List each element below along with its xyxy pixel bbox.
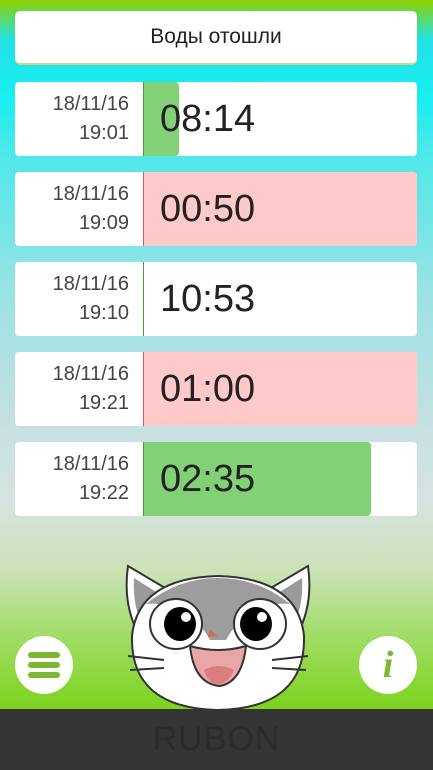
contraction-row[interactable]: 18/11/16 19:22 02:35 [15,442,417,516]
contraction-row[interactable]: 18/11/16 19:10 10:53 [15,262,417,336]
row-date: 18/11/16 [52,363,129,385]
row-datetime: 18/11/16 19:09 [15,172,129,246]
row-duration: 00:50 [160,187,256,230]
bottom-banner-text: RUBON [152,720,281,758]
row-datetime: 18/11/16 19:21 [15,352,129,426]
row-duration-area: 10:53 [143,262,417,336]
row-duration: 02:35 [160,457,256,500]
row-duration-area: 02:35 [143,442,417,516]
contraction-row[interactable]: 18/11/16 19:09 00:50 [15,172,417,246]
row-duration: 08:14 [160,97,256,140]
info-icon: i [382,644,394,686]
row-datetime: 18/11/16 19:01 [15,82,129,156]
row-time: 19:01 [78,122,129,144]
row-date: 18/11/16 [52,183,129,205]
menu-button[interactable] [15,636,73,694]
hamburger-menu-icon [28,652,60,678]
row-date: 18/11/16 [52,453,129,475]
row-duration-area: 00:50 [143,172,417,246]
row-time: 19:09 [78,212,129,234]
contraction-row[interactable]: 18/11/16 19:01 08:14 [15,82,417,156]
info-button[interactable]: i [359,636,417,694]
water-broke-label: Воды отошли [150,25,282,48]
row-datetime: 18/11/16 19:22 [15,442,129,516]
row-time: 19:21 [78,392,129,414]
water-broke-button[interactable]: Воды отошли [15,11,417,63]
row-time: 19:10 [78,302,129,324]
contraction-row[interactable]: 18/11/16 19:21 01:00 [15,352,417,426]
row-time: 19:22 [78,482,129,504]
bottom-banner: RUBON [0,709,433,770]
row-date: 18/11/16 [52,93,129,115]
row-duration-area: 01:00 [143,352,417,426]
row-date: 18/11/16 [52,273,129,295]
cat-face-icon[interactable] [108,558,322,710]
row-duration: 10:53 [160,277,256,320]
row-datetime: 18/11/16 19:10 [15,262,129,336]
row-duration: 01:00 [160,367,256,410]
row-duration-area: 08:14 [143,82,417,156]
